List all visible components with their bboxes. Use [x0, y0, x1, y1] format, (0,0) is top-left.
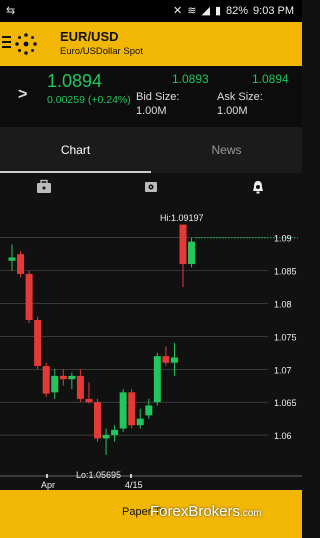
bid-size: 1.00M — [136, 105, 167, 117]
chart-toolbar — [0, 173, 302, 203]
briefcase-icon[interactable] — [36, 179, 52, 195]
app-bar: EUR/USD Euro/USDollar Spot — [0, 22, 302, 66]
candle-body — [179, 224, 187, 265]
status-right: ✕ ≋ ◢ ▮ 82% 9:03 PM — [173, 4, 294, 18]
signal-icon: ◢ — [201, 5, 210, 17]
bid-size-label: Bid Size: — [136, 91, 180, 103]
ask-size: 1.00M — [217, 105, 248, 117]
ask-price: 1.0894 — [252, 72, 289, 86]
low-annotation: Lo:1.05695 — [76, 470, 121, 480]
notification-icon: ⇆ — [6, 5, 16, 17]
candle-body — [59, 375, 67, 380]
y-tick-label: 1.06 — [274, 431, 292, 441]
ask-size-label: Ask Size: — [217, 91, 263, 103]
tab-chart[interactable]: Chart — [0, 127, 151, 173]
quote-panel: > 1.0894 0.00259 (+0.24%) 1.0893 1.0894 … — [0, 66, 302, 127]
candle-body — [102, 435, 110, 439]
x-tick-label: 4/15 — [125, 480, 143, 490]
candle-body — [111, 429, 119, 436]
menu-icon[interactable] — [2, 36, 11, 50]
logo-icon — [15, 33, 37, 55]
chevron-right-icon[interactable]: > — [18, 86, 27, 104]
high-annotation: Hi:1.09197 — [160, 213, 204, 223]
candle-body — [119, 392, 127, 429]
y-tick-label: 1.075 — [274, 332, 297, 342]
candle-body — [162, 356, 170, 363]
candle-body — [128, 392, 136, 426]
y-tick-label: 1.085 — [274, 267, 297, 277]
candle-body — [94, 402, 101, 439]
symbol-title: EUR/USD — [60, 29, 119, 44]
footer-bar: Paper Tr ForexBrokers.com — [0, 490, 302, 538]
candle-body — [153, 356, 161, 403]
candle-body — [145, 405, 153, 416]
mute-icon: ✕ — [173, 5, 183, 17]
battery-level: 82% — [226, 4, 249, 17]
bell-icon[interactable] — [250, 179, 266, 195]
eye-icon[interactable] — [143, 179, 159, 195]
candle-body — [136, 418, 144, 426]
candle-body — [85, 398, 93, 403]
battery-icon: ▮ — [214, 5, 221, 17]
candle-body — [17, 254, 25, 274]
y-tick-label: 1.08 — [274, 300, 292, 310]
candle-body — [188, 241, 196, 265]
price-chart[interactable]: 1.09 1.085 1.08 1.075 1.07 1.065 1.06 Hi:1.0919… — [0, 203, 302, 490]
last-price: 1.0894 — [47, 71, 103, 91]
symbol-description: Euro/USDollar Spot — [60, 46, 143, 57]
bid-price: 1.0893 — [172, 72, 209, 86]
candle-body — [68, 375, 76, 380]
candle-body — [51, 375, 59, 393]
x-tick-label: Apr — [41, 480, 55, 490]
y-tick-label: 1.065 — [274, 398, 297, 408]
candle-body — [8, 257, 16, 261]
watermark: ForexBrokers.com — [150, 503, 262, 520]
clock: 9:03 PM — [253, 4, 294, 17]
status-bar: ⇆ ✕ ≋ ◢ ▮ 82% 9:03 PM — [0, 0, 302, 22]
y-tick-label: 1.07 — [274, 365, 292, 375]
y-tick-label: 1.09 — [274, 234, 292, 244]
candle-body — [170, 357, 178, 363]
candle-body — [42, 366, 50, 394]
candle-body — [34, 319, 42, 367]
wifi-icon: ≋ — [187, 5, 197, 17]
tab-news[interactable]: News — [151, 127, 302, 173]
candle-body — [25, 273, 33, 320]
candle-body — [76, 375, 84, 399]
price-change: 0.00259 (+0.24%) — [47, 94, 131, 106]
tab-bar: Chart News — [0, 127, 302, 173]
